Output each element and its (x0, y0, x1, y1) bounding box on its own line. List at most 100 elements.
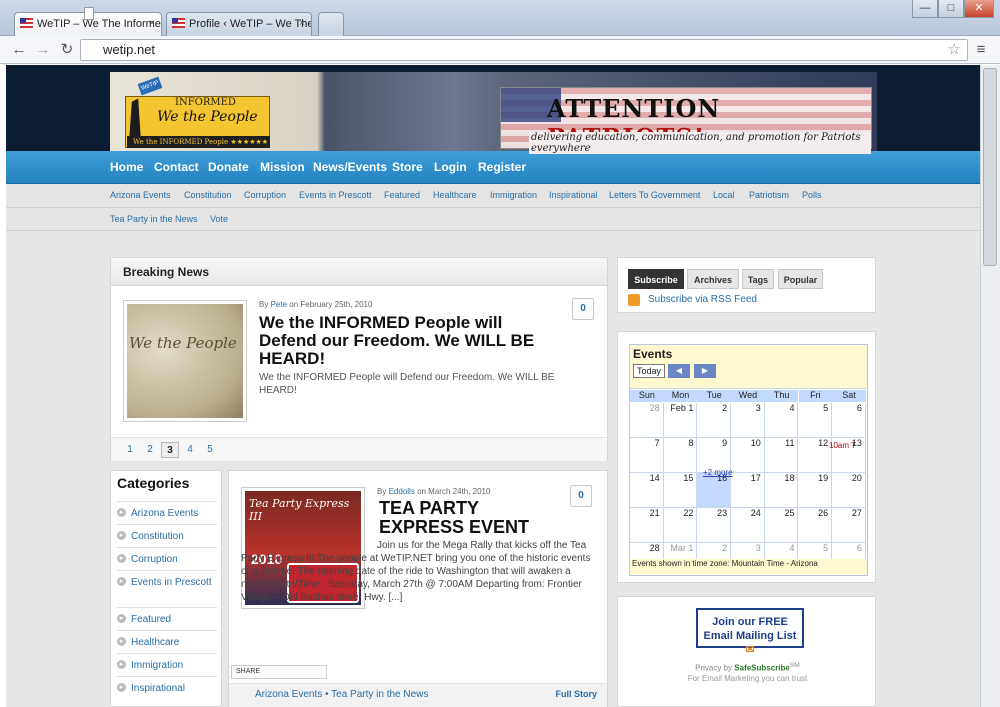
category-label: Corruption (131, 554, 178, 565)
page-link[interactable]: 2 (141, 442, 159, 458)
today-button[interactable]: Today (633, 364, 665, 378)
page-link[interactable]: 4 (181, 442, 199, 458)
category-healthcare[interactable]: ▸ Healthcare (117, 630, 217, 655)
category-inspirational[interactable]: ▸ Inspirational (117, 676, 217, 701)
post-title[interactable]: TEA PARTY EXPRESS EVENT (379, 499, 539, 537)
nav-news-events[interactable]: News/Events (313, 151, 387, 184)
tab-popular[interactable]: Popular (778, 269, 823, 289)
tab-close-icon[interactable]: × (149, 13, 155, 35)
back-arrow-icon[interactable]: ← (8, 39, 30, 61)
calendar-day[interactable]: 14 (630, 473, 664, 508)
safesubscribe-logo[interactable]: SafeSubscribe (734, 664, 790, 673)
subnav-arizona-events[interactable]: Arizona Events (110, 184, 171, 206)
calendar-day[interactable]: 19 (798, 473, 833, 508)
subnav-corruption[interactable]: Corruption (244, 184, 286, 206)
subnav-featured[interactable]: Featured (384, 184, 420, 206)
prev-month-icon[interactable]: ◀ (668, 364, 690, 378)
calendar-event[interactable]: 10am T (829, 441, 856, 450)
calendar-day[interactable]: 12 (798, 438, 833, 473)
address-bar[interactable]: wetip.net ☆ (80, 39, 968, 61)
wetip-logo[interactable]: WeTIP INFORMED We the People We the INFO… (117, 76, 273, 150)
calendar-day[interactable]: 28 (630, 403, 664, 438)
nav-mission[interactable]: Mission (260, 151, 305, 184)
new-tab-button[interactable] (318, 12, 344, 36)
subnav-local[interactable]: Local (713, 184, 735, 206)
calendar-day[interactable]: 16 (697, 473, 732, 508)
calendar-day[interactable]: 18 (764, 473, 799, 508)
maximize-icon[interactable]: □ (938, 0, 964, 18)
constitution-thumbnail[interactable]: We the People (123, 300, 247, 422)
share-button[interactable]: SHARE (231, 665, 327, 679)
calendar-day[interactable]: 24 (731, 508, 765, 543)
calendar-day[interactable]: 21 (630, 508, 664, 543)
tab-close-icon[interactable]: × (299, 13, 305, 35)
calendar-day[interactable]: 22 (663, 508, 698, 543)
subnav-vote[interactable]: Vote (210, 208, 228, 230)
reload-icon[interactable]: ↻ (56, 39, 78, 61)
minimize-icon[interactable]: — (912, 0, 938, 18)
nav-contact[interactable]: Contact (154, 151, 199, 184)
category-constitution[interactable]: ▸ Constitution (117, 524, 217, 549)
wrench-icon[interactable]: ≡ (970, 41, 992, 59)
rss-link[interactable]: Subscribe via RSS Feed (628, 294, 757, 306)
author-link[interactable]: Pete (271, 300, 287, 309)
tab-subscribe[interactable]: Subscribe (628, 269, 684, 289)
calendar-day[interactable]: 17 (731, 473, 765, 508)
forward-arrow-icon[interactable]: → (32, 39, 54, 61)
subnav-letters-to-government[interactable]: Letters To Government (609, 184, 700, 206)
calendar-day[interactable]: 15 (663, 473, 698, 508)
calendar-day[interactable]: 4 (764, 403, 799, 438)
subnav-inspirational[interactable]: Inspirational (549, 184, 598, 206)
page-link[interactable]: 1 (121, 442, 139, 458)
category-featured[interactable]: ▸ Featured (117, 607, 217, 632)
nav-login[interactable]: Login (434, 151, 467, 184)
page-link[interactable]: 5 (201, 442, 219, 458)
calendar-day[interactable]: 3 (731, 403, 765, 438)
more-events-link[interactable]: +2 more (703, 468, 733, 477)
subnav-tea-party-in-the-news[interactable]: Tea Party in the News (110, 208, 198, 230)
calendar-day[interactable]: 23 (697, 508, 732, 543)
category-immigration[interactable]: ▸ Immigration (117, 653, 217, 678)
category-events-in-prescott[interactable]: ▸ Events in Prescott (117, 570, 217, 595)
category-arizona-events[interactable]: ▸ Arizona Events (117, 501, 217, 526)
subnav-polls[interactable]: Polls (802, 184, 822, 206)
comment-count[interactable]: 0 (570, 485, 592, 507)
nav-donate[interactable]: Donate (208, 151, 249, 184)
calendar-day[interactable]: 8 (663, 438, 698, 473)
nav-home[interactable]: Home (110, 151, 143, 184)
window-close-icon[interactable]: ✕ (964, 0, 994, 18)
calendar-day[interactable]: 10 (731, 438, 765, 473)
calendar-day[interactable]: 20 (832, 473, 866, 508)
author-link[interactable]: Eddolls (389, 487, 415, 496)
subnav-events-in-prescott[interactable]: Events in Prescott (299, 184, 372, 206)
scrollbar-thumb[interactable] (983, 68, 997, 266)
join-mailing-list-button[interactable]: Join our FREE Email Mailing List ✉ (696, 608, 804, 656)
calendar-day[interactable]: 11 (764, 438, 799, 473)
calendar-day[interactable]: 7 (630, 438, 664, 473)
calendar-day[interactable]: Feb 1 (663, 403, 698, 438)
browser-tab[interactable]: Profile ‹ WeTIP – We The I × (166, 12, 312, 36)
calendar-day[interactable]: 27 (832, 508, 866, 543)
subnav-healthcare[interactable]: Healthcare (433, 184, 477, 206)
post-tags[interactable]: Arizona Events • Tea Party in the News (255, 689, 428, 700)
nav-register[interactable]: Register (478, 151, 526, 184)
category-corruption[interactable]: ▸ Corruption (117, 547, 217, 572)
subnav-patriotism[interactable]: Patriotism (749, 184, 789, 206)
calendar-day[interactable]: 25 (764, 508, 799, 543)
comment-count[interactable]: 0 (572, 298, 594, 320)
full-story-link[interactable]: Full Story (555, 689, 597, 699)
calendar-day[interactable]: 26 (798, 508, 833, 543)
attention-patriots-banner[interactable]: ATTENTION PATRIOTS! delivering education… (500, 87, 872, 154)
current-page[interactable]: 3 (161, 442, 179, 458)
next-month-icon[interactable]: ▶ (694, 364, 716, 378)
calendar-day[interactable]: 6 (832, 403, 866, 438)
calendar-day[interactable]: 2 (697, 403, 732, 438)
tab-tags[interactable]: Tags (742, 269, 774, 289)
post-title[interactable]: We the INFORMED People will Defend our F… (259, 314, 559, 368)
calendar-day[interactable]: 5 (798, 403, 833, 438)
subnav-constitution[interactable]: Constitution (184, 184, 232, 206)
star-icon[interactable]: ☆ (948, 40, 961, 60)
nav-store[interactable]: Store (392, 151, 423, 184)
subnav-immigration[interactable]: Immigration (490, 184, 537, 206)
tab-archives[interactable]: Archives (687, 269, 739, 289)
